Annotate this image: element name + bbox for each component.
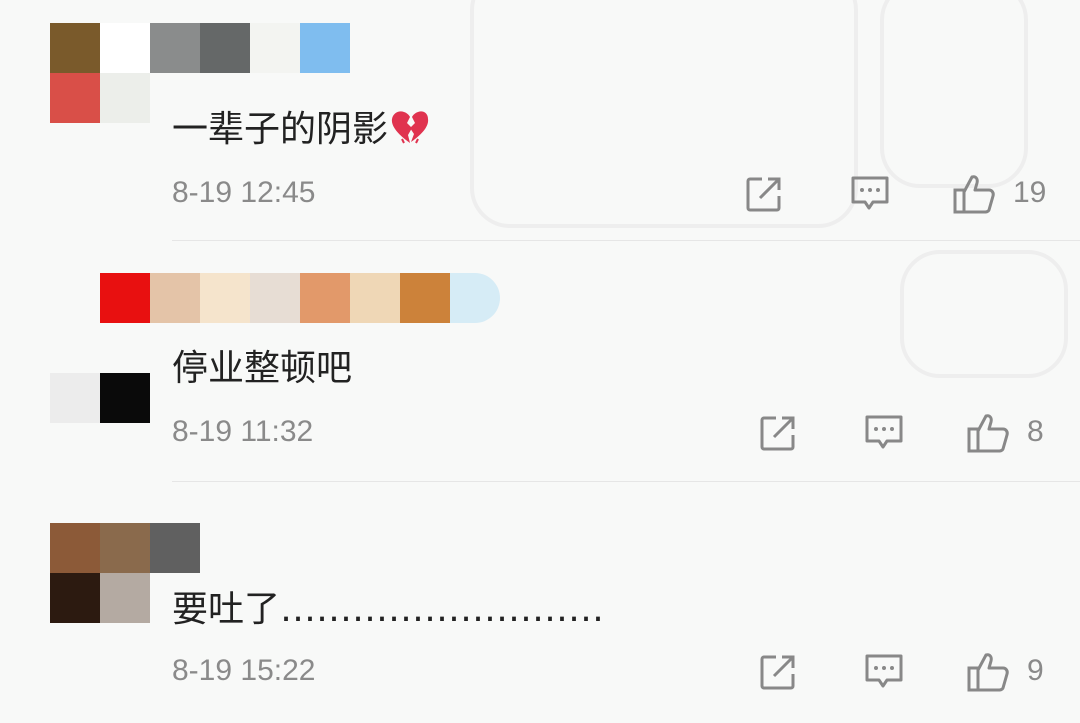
comment-item: 一辈子的阴影 8-19 12:45 19 — [0, 0, 1080, 240]
comment-timestamp: 8-19 15:22 — [172, 654, 316, 687]
comment-item: 要吐了……………………… 8-19 15:22 9 — [0, 482, 1080, 723]
username-pixel — [250, 23, 300, 73]
avatar[interactable] — [50, 323, 150, 423]
username-pixelated[interactable] — [150, 23, 350, 73]
like-button[interactable] — [966, 650, 1010, 694]
username-pixel — [400, 273, 450, 323]
avatar-pixel — [100, 523, 150, 573]
like-button[interactable] — [966, 411, 1010, 455]
avatar-pixel — [100, 73, 150, 123]
comment-text-content: 要吐了……………………… — [172, 589, 605, 630]
share-button[interactable] — [756, 650, 800, 694]
share-icon — [760, 655, 795, 690]
comment-icon — [851, 176, 889, 210]
comment-list: 一辈子的阴影 8-19 12:45 19 停业整顿吧 8-19 11:32 8 … — [0, 0, 1080, 723]
share-button[interactable] — [756, 411, 800, 455]
username-pixel — [200, 273, 250, 323]
like-button[interactable] — [952, 172, 996, 216]
reply-button[interactable] — [862, 411, 906, 455]
avatar-pixel — [50, 73, 100, 123]
comment-icon — [865, 654, 903, 688]
avatar-pixel — [50, 573, 100, 623]
avatar-pixel — [50, 323, 100, 373]
username-pixel — [350, 273, 400, 323]
comment-timestamp: 8-19 11:32 — [172, 415, 314, 448]
comment-text: 要吐了……………………… — [172, 580, 604, 632]
username-pixel — [150, 273, 200, 323]
comment-timestamp: 8-19 12:45 — [172, 176, 316, 209]
username-pixelated[interactable] — [150, 523, 200, 573]
comment-text: 一辈子的阴影 — [172, 100, 430, 154]
share-button[interactable] — [742, 172, 786, 216]
avatar-pixel — [100, 373, 150, 423]
username-pixel — [250, 273, 300, 323]
like-count: 8 — [1027, 415, 1044, 448]
share-icon — [760, 416, 795, 451]
thumbs-up-icon — [967, 414, 1009, 453]
comment-text: 停业整顿吧 — [172, 339, 352, 391]
avatar-pixel — [100, 23, 150, 73]
like-count: 9 — [1027, 654, 1044, 687]
avatar[interactable] — [50, 523, 150, 623]
reply-button[interactable] — [862, 650, 906, 694]
share-icon — [746, 177, 781, 212]
comment-text-content: 一辈子的阴影 — [172, 109, 389, 150]
comment-item: 停业整顿吧 8-19 11:32 8 — [0, 241, 1080, 481]
username-pixel — [150, 23, 200, 73]
avatar-pixel — [50, 23, 100, 73]
username-pixel — [300, 273, 350, 323]
username-pixel — [450, 273, 500, 323]
avatar-pixel — [50, 523, 100, 573]
avatar-pixel — [100, 323, 150, 373]
like-count: 19 — [1013, 176, 1047, 209]
username-pixel — [200, 23, 250, 73]
username-pixel — [150, 523, 200, 573]
username-pixel — [300, 23, 350, 73]
broken-heart-icon — [390, 109, 430, 154]
reply-button[interactable] — [848, 172, 892, 216]
thumbs-up-icon — [967, 653, 1009, 692]
comment-icon — [865, 415, 903, 449]
username-pixel — [100, 273, 150, 323]
username-pixelated[interactable] — [100, 273, 500, 323]
thumbs-up-icon — [953, 175, 995, 214]
avatar-pixel — [100, 573, 150, 623]
avatar[interactable] — [50, 23, 150, 123]
comment-text-content: 停业整顿吧 — [172, 348, 353, 389]
avatar-pixel — [50, 373, 100, 423]
